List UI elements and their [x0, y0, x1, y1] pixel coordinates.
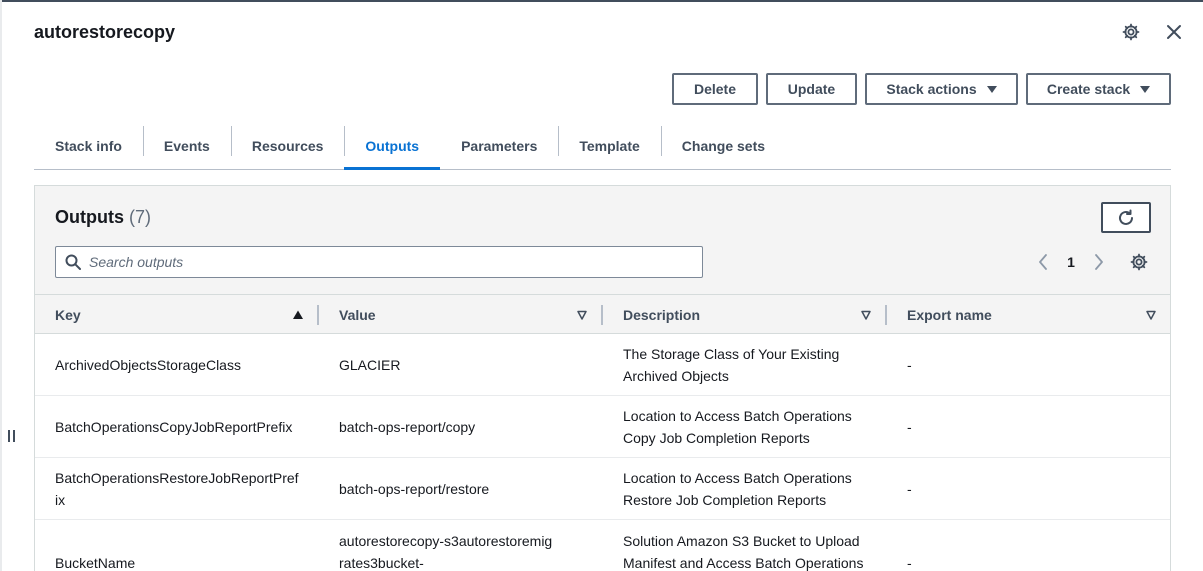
caret-down-icon — [1140, 85, 1151, 93]
search-input[interactable] — [89, 254, 702, 270]
column-header-key[interactable]: Key — [55, 295, 81, 334]
output-export-name: - — [907, 419, 912, 435]
output-key: ArchivedObjectsStorageClass — [55, 357, 241, 373]
outputs-panel-header: Outputs (7) 1 — [35, 186, 1170, 295]
update-button-label: Update — [787, 81, 836, 97]
output-key: BatchOperationsCopyJobReportPrefix — [55, 419, 293, 435]
output-description: Location to Access Batch Operations Rest… — [623, 470, 852, 508]
output-key: BucketName — [55, 555, 136, 571]
output-value: batch-ops-report/copy — [339, 419, 476, 435]
refresh-icon — [1119, 209, 1133, 225]
update-button[interactable]: Update — [766, 73, 857, 105]
panel-resize-handle[interactable] — [8, 430, 16, 444]
output-export-name: - — [907, 357, 912, 373]
chevron-right-icon — [1095, 254, 1103, 270]
create-stack-dropdown[interactable]: Create stack — [1026, 73, 1171, 105]
output-export-name: - — [907, 481, 912, 497]
table-preferences-button[interactable] — [1128, 252, 1150, 272]
table-row: BucketName autorestorecopy-s3autorestore… — [35, 520, 1170, 571]
outputs-count: (7) — [129, 207, 152, 227]
output-description: Solution Amazon S3 Bucket to Upload Mani… — [623, 533, 864, 571]
tab-outputs[interactable]: Outputs — [344, 122, 440, 170]
outputs-title-text: Outputs — [55, 207, 124, 227]
output-export-name: - — [907, 555, 912, 571]
sort-ascending-icon[interactable] — [292, 309, 304, 321]
outputs-title: Outputs (7) — [55, 207, 151, 228]
output-value: autorestorecopy-s3autorestoremigrates3bu… — [339, 533, 553, 571]
refresh-button[interactable] — [1101, 202, 1151, 233]
column-header-export-name[interactable]: Export name — [907, 295, 992, 334]
page-number[interactable]: 1 — [1063, 252, 1079, 272]
tab-change-sets[interactable]: Change sets — [660, 122, 786, 169]
column-divider[interactable] — [885, 305, 887, 325]
column-header-description[interactable]: Description — [623, 295, 700, 334]
column-divider[interactable] — [317, 305, 319, 325]
column-header-value[interactable]: Value — [339, 295, 376, 334]
close-icon[interactable] — [1164, 22, 1184, 42]
create-stack-label: Create stack — [1046, 81, 1131, 97]
output-description: Location to Access Batch Operations Copy… — [623, 408, 852, 446]
table-row: BatchOperationsRestoreJobReportPrefix ba… — [35, 458, 1170, 520]
search-outputs-field[interactable] — [55, 246, 703, 278]
delete-button-label: Delete — [693, 81, 737, 97]
stack-actions-label: Stack actions — [886, 81, 977, 97]
table-row: ArchivedObjectsStorageClass GLACIER The … — [35, 334, 1170, 396]
table-row: BatchOperationsCopyJobReportPrefix batch… — [35, 396, 1170, 458]
output-value: batch-ops-report/restore — [339, 481, 490, 497]
output-description: The Storage Class of Your Existing Archi… — [623, 346, 840, 384]
next-page-button[interactable] — [1091, 252, 1107, 272]
chevron-left-icon — [1039, 254, 1047, 270]
delete-button[interactable]: Delete — [672, 73, 758, 105]
stack-tabs: Stack info Events Resources Outputs Para… — [34, 122, 1171, 170]
tab-stack-info[interactable]: Stack info — [34, 122, 143, 169]
gear-icon[interactable] — [1121, 22, 1141, 42]
gear-icon — [1130, 253, 1148, 271]
outputs-panel: Outputs (7) 1 Key Value Description — [34, 185, 1171, 571]
sort-icon[interactable] — [1145, 309, 1157, 321]
sort-icon[interactable] — [576, 309, 588, 321]
tab-template[interactable]: Template — [558, 122, 660, 169]
column-divider[interactable] — [601, 305, 603, 325]
output-key: BatchOperationsRestoreJobReportPrefix — [55, 470, 299, 508]
window-top-border — [0, 0, 1203, 2]
tab-resources[interactable]: Resources — [230, 122, 345, 169]
sort-icon[interactable] — [860, 309, 872, 321]
tab-parameters[interactable]: Parameters — [440, 122, 558, 169]
tab-events[interactable]: Events — [142, 122, 231, 169]
output-value: GLACIER — [339, 357, 401, 373]
stack-actions-dropdown[interactable]: Stack actions — [865, 73, 1018, 105]
caret-down-icon — [986, 85, 997, 93]
stack-title: autorestorecopy — [34, 22, 176, 42]
window-left-border — [0, 0, 2, 571]
outputs-table-header: Key Value Description Export name — [35, 295, 1170, 334]
previous-page-button[interactable] — [1035, 252, 1051, 272]
search-icon — [65, 254, 81, 270]
